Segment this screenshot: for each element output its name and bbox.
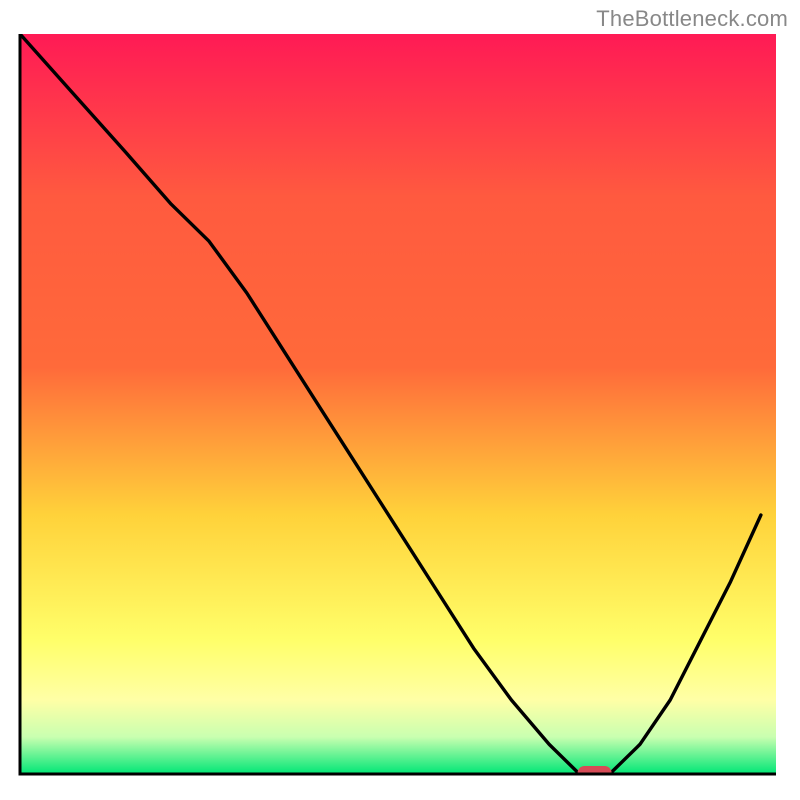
bottleneck-chart [0, 0, 800, 800]
heat-gradient-background [20, 34, 776, 774]
watermark-label: TheBottleneck.com [596, 6, 788, 32]
chart-container: TheBottleneck.com [0, 0, 800, 800]
